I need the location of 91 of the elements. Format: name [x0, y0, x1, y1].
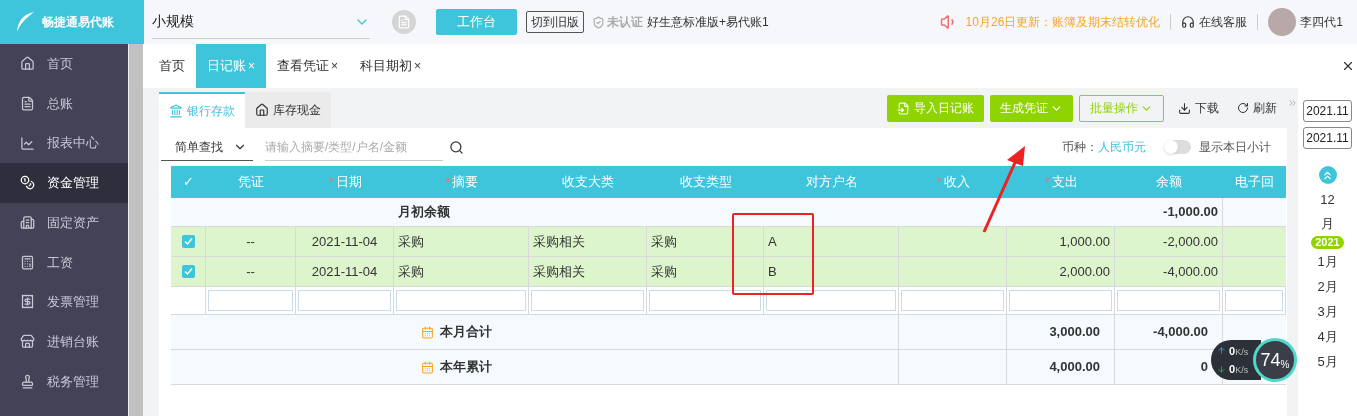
scrollbar[interactable]	[128, 44, 143, 416]
month-item[interactable]: 12月	[1317, 188, 1338, 236]
input-field[interactable]	[1117, 290, 1220, 311]
input-field[interactable]	[396, 290, 526, 311]
row-checkbox[interactable]	[181, 265, 195, 278]
building-icon	[20, 215, 35, 231]
download-icon	[1178, 101, 1191, 115]
subtotal-toggle[interactable]	[1164, 140, 1191, 154]
column-header: *摘要	[443, 173, 480, 192]
page-tab[interactable]: 科目期初×	[349, 44, 433, 88]
column-header: *收入	[935, 173, 971, 192]
month-item[interactable]: 5月	[1317, 350, 1338, 374]
sidebar-item[interactable]: 报表中心	[0, 123, 128, 164]
search-field[interactable]: 请输入摘要/类型/户名/金额	[265, 133, 443, 161]
download-button[interactable]: 下载	[1170, 94, 1227, 122]
search-mode-select[interactable]: 简单查找	[161, 133, 253, 161]
calendar-icon	[421, 325, 434, 339]
input-field[interactable]	[298, 290, 391, 311]
avatar[interactable]	[1268, 8, 1297, 36]
column-header: *日期	[327, 173, 363, 192]
old-version-button[interactable]: 切到旧版	[526, 11, 584, 33]
column-header: 余额	[1155, 173, 1183, 192]
receipt-icon	[20, 294, 35, 310]
sidebar-item[interactable]: 固定资产	[0, 202, 128, 243]
sidebar-item[interactable]: 进销台账	[0, 321, 128, 362]
company-select[interactable]: 小规模	[152, 5, 370, 39]
sidebar-item[interactable]: 发票管理	[0, 282, 128, 322]
column-header: *支出	[1043, 173, 1079, 192]
input-field[interactable]	[766, 290, 896, 311]
refresh-icon	[1237, 102, 1249, 114]
month-item[interactable]: 4月	[1317, 325, 1338, 349]
calculator-icon	[20, 254, 35, 270]
sidebar-item[interactable]: 首页	[0, 44, 128, 84]
sidebar-item[interactable]: 总账	[0, 83, 128, 124]
upload-icon	[1217, 346, 1226, 356]
input-field[interactable]	[1225, 290, 1283, 311]
column-header: ✓	[182, 173, 195, 192]
year-badge: 2021	[1311, 236, 1344, 249]
sidebar-item[interactable]: 税务管理	[0, 361, 128, 402]
upload-speed: 0K/s	[1229, 343, 1249, 359]
date-field[interactable]: 2021.11	[1303, 127, 1352, 149]
date-field[interactable]: 2021.11	[1303, 100, 1352, 122]
row-checkbox[interactable]	[181, 235, 195, 248]
column-header: 凭证	[237, 173, 265, 192]
notebook-icon[interactable]	[392, 10, 416, 34]
row-label: 本月合计	[440, 323, 492, 342]
file-import-icon	[897, 101, 910, 115]
subtotal-label: 显示本日小计	[1199, 139, 1271, 156]
input-field[interactable]	[208, 290, 293, 311]
row-label: 本年累计	[440, 358, 492, 377]
line-chart-icon	[20, 135, 35, 151]
column-header: 电子回	[1234, 173, 1275, 192]
download-speed: 0K/s	[1229, 362, 1249, 377]
search-icon[interactable]	[449, 139, 464, 155]
sidebar-item[interactable]: 工资	[0, 242, 128, 283]
refresh-button[interactable]: 刷新	[1233, 94, 1281, 122]
store-icon	[20, 334, 35, 350]
product-name: 好生意标准版+易代账1	[647, 14, 769, 31]
month-item[interactable]: 2月	[1317, 275, 1338, 299]
input-field[interactable]	[1009, 290, 1112, 311]
page-tab[interactable]: 查看凭证×	[266, 44, 350, 88]
auth-status: 未认证	[607, 14, 643, 31]
column-header: 收支大类	[561, 173, 615, 192]
month-item[interactable]: 3月	[1317, 300, 1338, 324]
scroll-up-button[interactable]	[1318, 166, 1337, 184]
page-tab[interactable]: 首页	[148, 44, 196, 88]
column-header: 对方户名	[804, 173, 859, 192]
house-icon	[20, 56, 35, 72]
month-item[interactable]: 1月	[1317, 250, 1338, 274]
input-field[interactable]	[649, 290, 761, 311]
house-icon	[255, 103, 269, 117]
total-cell: 4,000.00	[1007, 350, 1115, 385]
stamp-icon	[20, 373, 35, 389]
account-tab[interactable]: 库存现金	[245, 92, 331, 128]
column-header: 收支类型	[678, 173, 733, 192]
document-icon	[397, 15, 411, 29]
input-field[interactable]	[531, 290, 644, 311]
support-link[interactable]: 在线客服	[1199, 13, 1248, 31]
coins-icon	[20, 175, 35, 191]
currency-label: 币种：	[1062, 139, 1098, 156]
shield-icon	[592, 15, 605, 29]
headset-icon	[1181, 15, 1196, 29]
calendar-icon	[421, 360, 434, 374]
input-field[interactable]	[901, 290, 1004, 311]
sidebar-item[interactable]: 资金管理	[0, 163, 128, 203]
close-icon[interactable]	[1341, 59, 1355, 73]
user-name[interactable]: 李四代1	[1300, 13, 1343, 31]
bank-icon	[169, 104, 183, 118]
logo-text: 畅捷通易代账	[42, 14, 114, 31]
document-icon	[20, 96, 35, 112]
download-icon	[1217, 364, 1226, 374]
